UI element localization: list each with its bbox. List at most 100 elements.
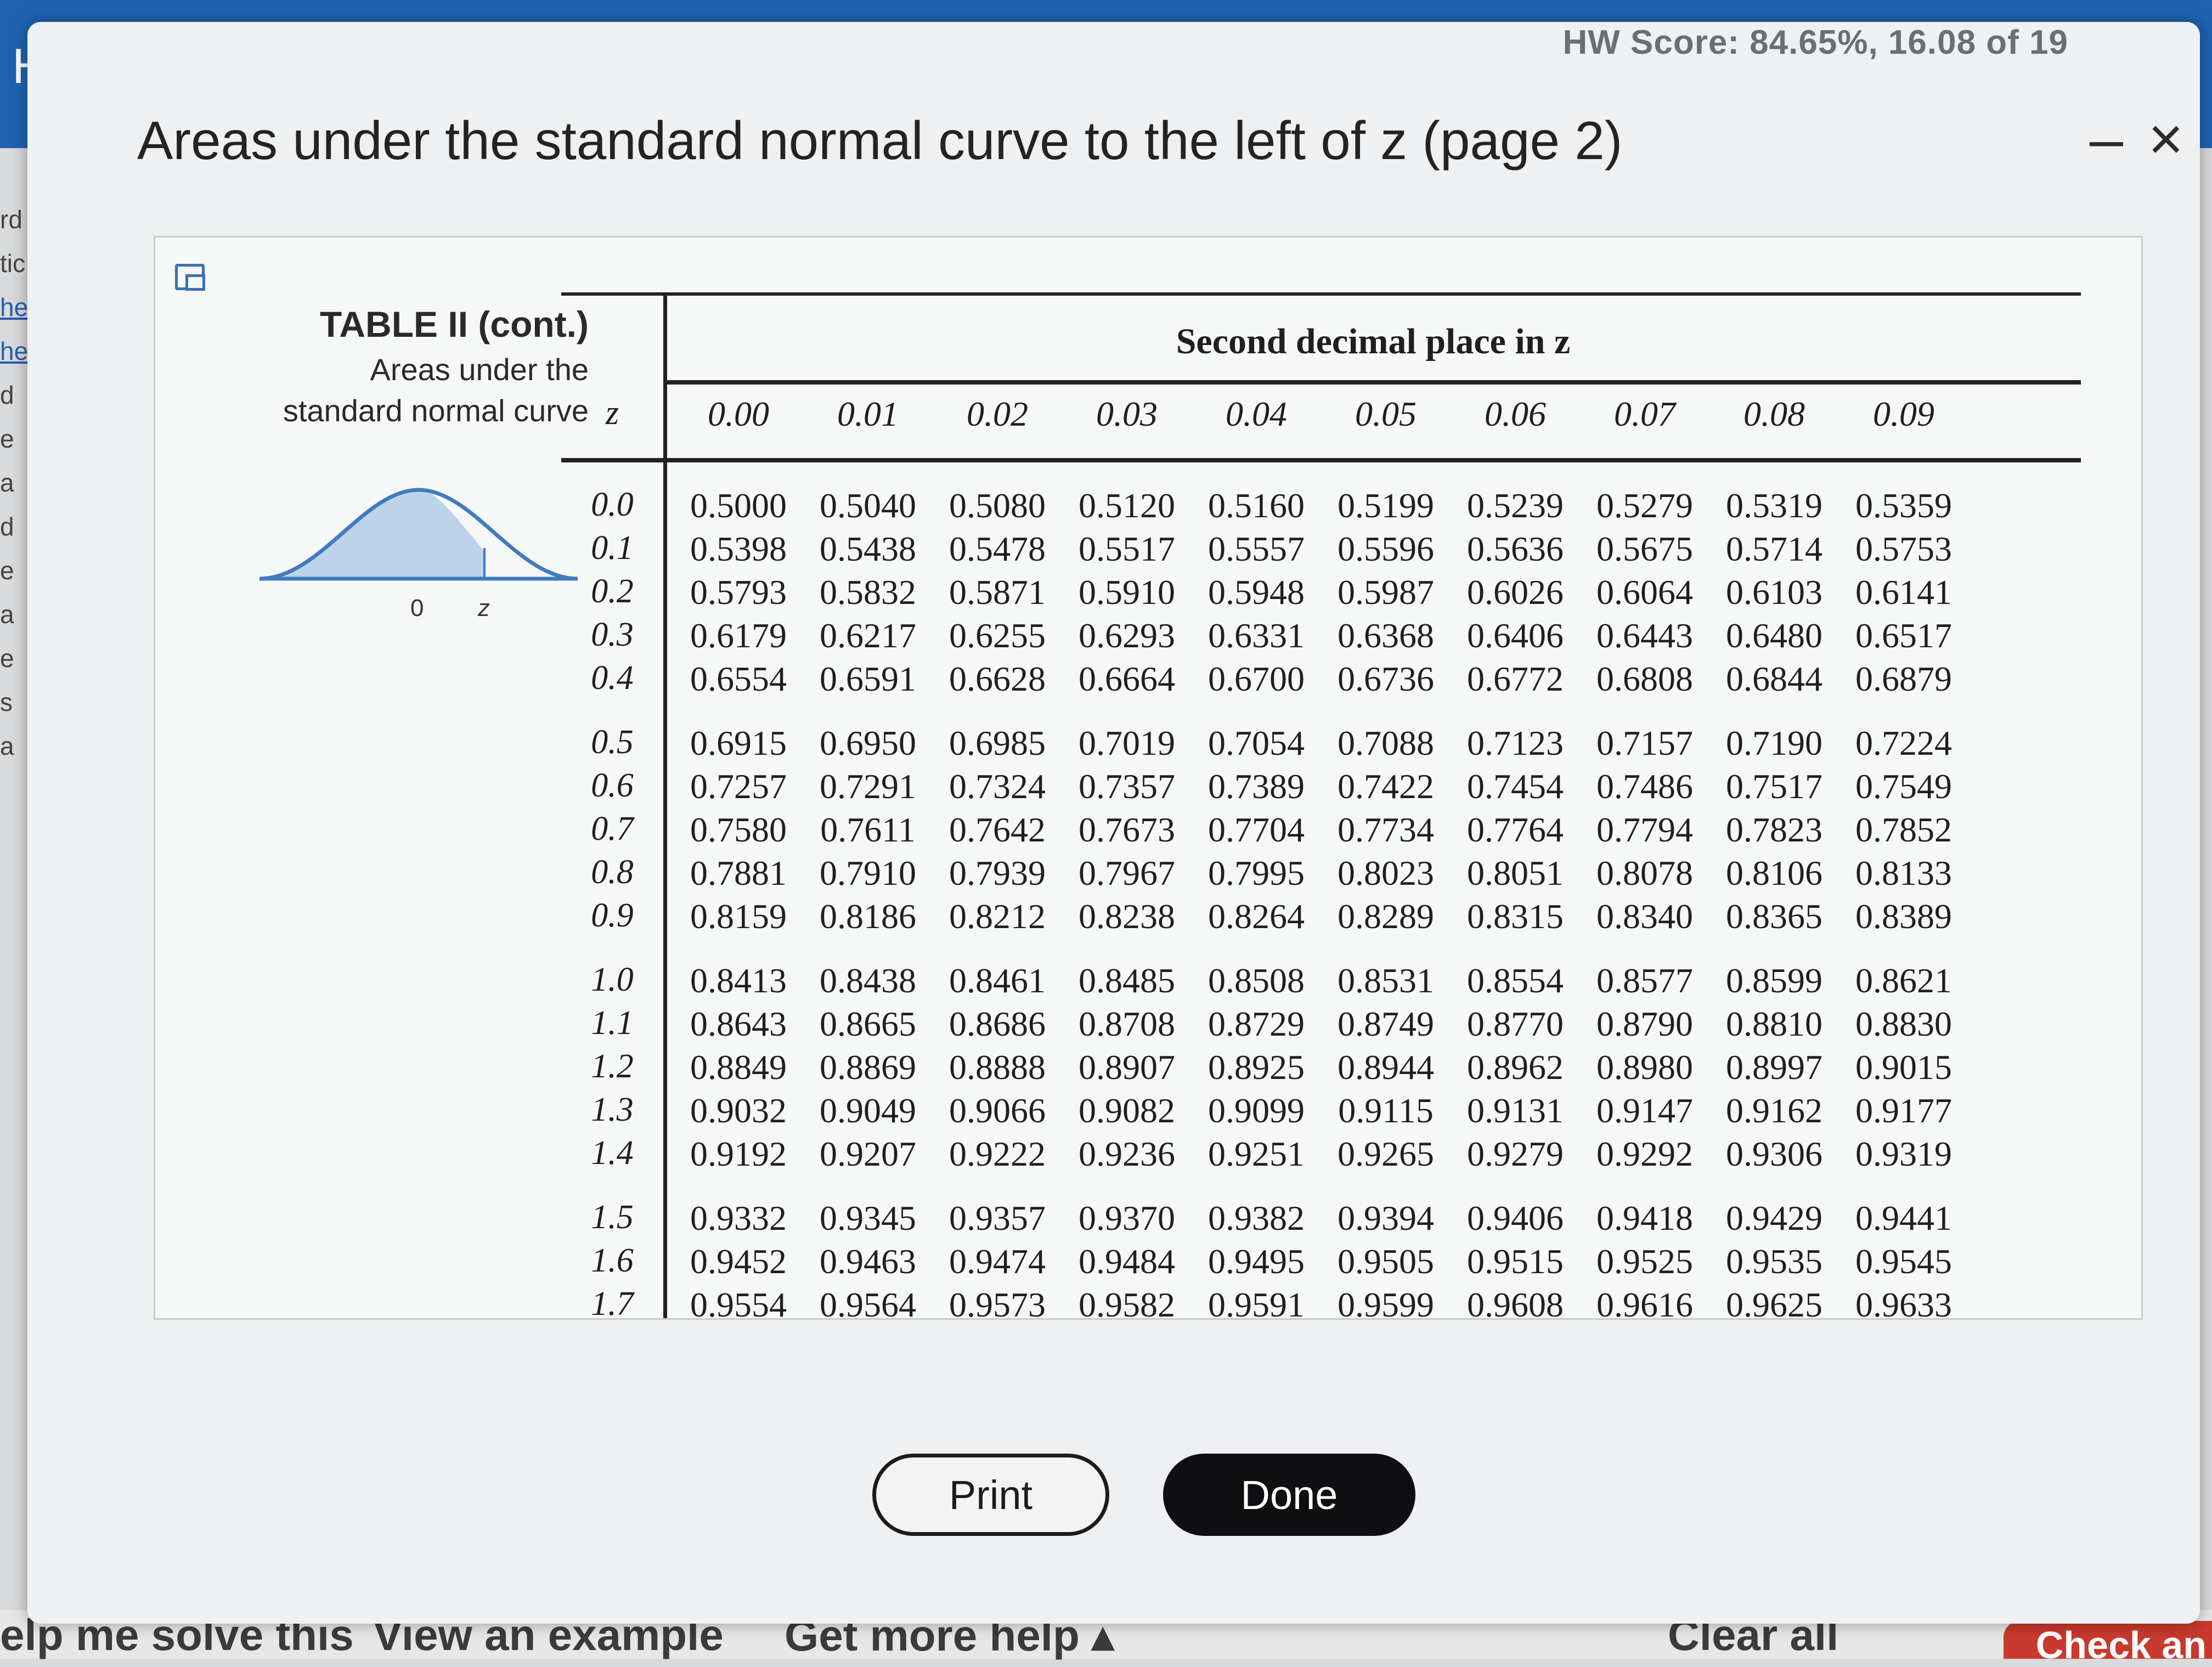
table-cell: 0.7734 <box>1338 810 1434 849</box>
table-cell: 0.9599 <box>1338 1285 1434 1320</box>
table-cell: 0.7422 <box>1338 767 1434 806</box>
table-cell: 0.6664 <box>1079 659 1175 698</box>
table-cell: 0.7673 <box>1079 810 1175 849</box>
table-cell: 0.7995 <box>1208 854 1305 892</box>
table-cell: 0.6915 <box>690 724 787 762</box>
table-cell: 0.8599 <box>1726 961 1822 1000</box>
table-cell: 0.5319 <box>1726 486 1822 525</box>
popout-icon[interactable] <box>175 264 205 291</box>
table-cell: 0.8365 <box>1726 897 1822 936</box>
table-cell: 0.8810 <box>1726 1004 1822 1043</box>
print-button[interactable]: Print <box>872 1454 1109 1536</box>
table-cell: 0.7357 <box>1079 767 1175 806</box>
table-cell: 0.8133 <box>1855 854 1952 892</box>
table-cell: 0.7224 <box>1855 724 1952 762</box>
table-cell: 0.8051 <box>1467 854 1564 892</box>
table-cell: 0.5557 <box>1208 529 1305 568</box>
table-cell: 0.5793 <box>690 573 787 612</box>
table-cell: 0.7611 <box>820 810 916 849</box>
table-cell: 0.5239 <box>1467 486 1564 525</box>
table-cell: 0.6736 <box>1338 659 1434 698</box>
table-cell: 0.7881 <box>690 854 787 892</box>
table-cell: 0.6331 <box>1208 616 1305 655</box>
table-cell: 0.8508 <box>1208 961 1305 1000</box>
row-z-label: 0.5 <box>591 724 634 761</box>
table-cell: 0.8997 <box>1726 1048 1822 1087</box>
table-cell: 0.7517 <box>1726 767 1822 806</box>
table-cell: 0.5160 <box>1208 486 1305 525</box>
table-cell: 0.8907 <box>1079 1048 1175 1087</box>
table-cell: 0.8621 <box>1855 961 1952 1000</box>
close-icon[interactable]: × <box>2148 104 2183 174</box>
table-cell: 0.8869 <box>820 1048 916 1087</box>
table-cell: 0.8078 <box>1596 854 1693 892</box>
table-cell: 0.9535 <box>1726 1242 1822 1281</box>
table-cell: 0.8186 <box>820 897 916 936</box>
table-cell: 0.8340 <box>1596 897 1693 936</box>
row-z-label: 1.0 <box>591 961 634 998</box>
table-cell: 0.6293 <box>1079 616 1175 655</box>
column-header: 0.06 <box>1485 394 1546 433</box>
table-cell: 0.8238 <box>1079 897 1175 936</box>
column-header: 0.02 <box>967 394 1028 433</box>
table-cell: 0.5438 <box>820 529 916 568</box>
hw-score: HW Score: 84.65%, 16.08 of 19 <box>1562 24 2068 61</box>
table-cell: 0.9032 <box>690 1091 787 1130</box>
check-answer-button[interactable]: Check an <box>2004 1621 2212 1666</box>
table-cell: 0.9207 <box>820 1134 916 1173</box>
table-rule-middle <box>665 380 2081 385</box>
table-cell: 0.7257 <box>690 767 787 806</box>
check-answer-label: Check an <box>2035 1624 2207 1666</box>
column-header: 0.01 <box>837 394 899 433</box>
table-cell: 0.7939 <box>949 854 1046 892</box>
table-cell: 0.8461 <box>949 961 1046 1000</box>
minimize-button[interactable]: – <box>2090 104 2123 174</box>
table-cell: 0.8944 <box>1338 1048 1434 1087</box>
table-cell: 0.6879 <box>1855 659 1952 698</box>
normal-table-dialog: HW Score: 84.65%, 16.08 of 19 Areas unde… <box>27 22 2200 1624</box>
z-table: Second decimal place in z z 0.00 0.01 0.02… <box>561 292 2081 1320</box>
table-cell: 0.8749 <box>1338 1004 1434 1043</box>
curve-label-z: z <box>477 595 490 621</box>
column-header: 0.05 <box>1355 394 1417 433</box>
table-cell: 0.6554 <box>690 659 787 698</box>
table-cell: 0.8925 <box>1208 1048 1305 1087</box>
column-header: 0.08 <box>1743 394 1805 433</box>
column-header: 0.09 <box>1873 394 1934 433</box>
table-cell: 0.9147 <box>1596 1091 1693 1130</box>
table-cell: 0.7967 <box>1079 854 1175 892</box>
table-cell: 0.8770 <box>1467 1004 1564 1043</box>
table-cell: 0.6700 <box>1208 659 1305 698</box>
row-z-label: 0.9 <box>591 897 634 934</box>
table-cell: 0.8830 <box>1855 1004 1952 1043</box>
table-cell: 0.5120 <box>1079 486 1175 525</box>
shaded-area <box>259 490 484 579</box>
done-button[interactable]: Done <box>1163 1454 1415 1536</box>
table-cell: 0.9625 <box>1726 1285 1822 1320</box>
table-cell: 0.6591 <box>820 659 916 698</box>
table-cell: 0.5714 <box>1726 529 1822 568</box>
table-cell: 0.8159 <box>690 897 787 936</box>
table-cell: 0.9633 <box>1855 1285 1952 1320</box>
table-cell: 0.9332 <box>690 1199 787 1237</box>
table-cell: 0.7454 <box>1467 767 1564 806</box>
table-cell: 0.9115 <box>1338 1091 1434 1130</box>
table-cell: 0.7764 <box>1467 810 1564 849</box>
table-cell: 0.8962 <box>1467 1048 1564 1087</box>
table-cell: 0.5080 <box>949 486 1046 525</box>
table-cell: 0.5636 <box>1467 529 1564 568</box>
table-cell: 0.8264 <box>1208 897 1305 936</box>
table-cell: 0.8315 <box>1467 897 1564 936</box>
table-cell: 0.8289 <box>1338 897 1434 936</box>
row-z-label: 1.6 <box>591 1242 634 1279</box>
column-header: 0.03 <box>1096 394 1158 433</box>
table-cell: 0.5753 <box>1855 529 1952 568</box>
table-cell: 0.9564 <box>820 1285 916 1320</box>
table-cell: 0.6950 <box>820 724 916 762</box>
curve-label-zero: 0 <box>410 595 424 621</box>
row-z-label: 0.7 <box>591 810 634 847</box>
table-cell: 0.6406 <box>1467 616 1564 655</box>
row-z-label: 1.1 <box>591 1004 634 1042</box>
table-cell: 0.9495 <box>1208 1242 1305 1281</box>
table-cell: 0.7190 <box>1726 724 1822 762</box>
